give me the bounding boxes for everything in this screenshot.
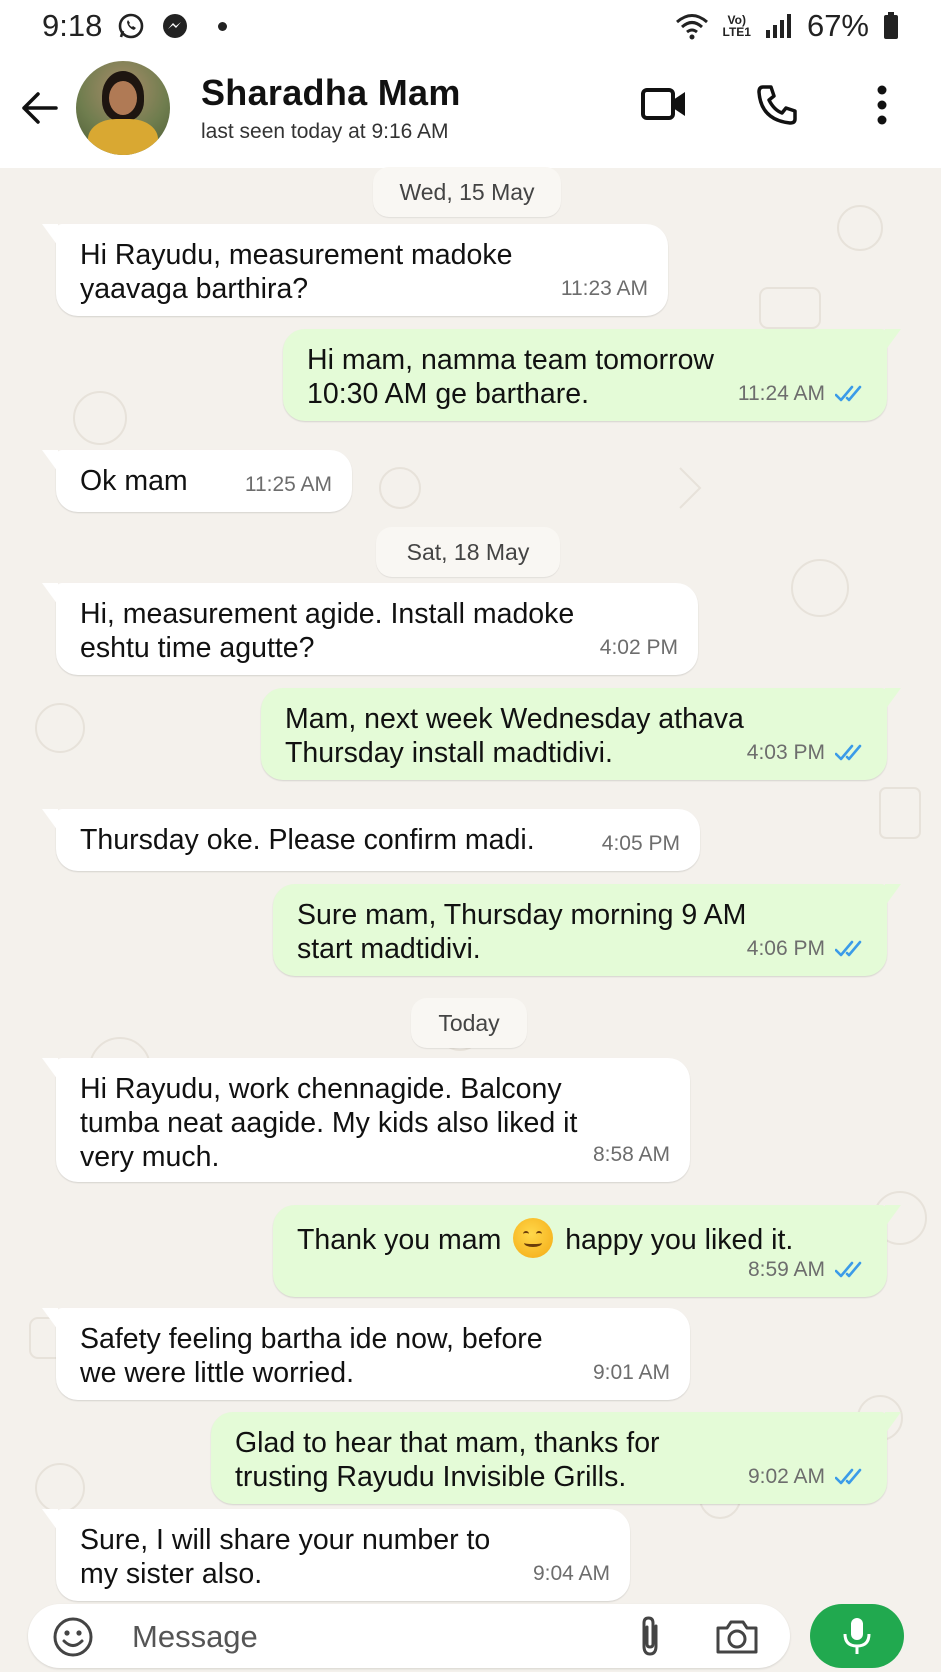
double-tick-icon [835, 1468, 862, 1485]
outgoing-message[interactable]: Mam, next week Wednesday athava Thursday… [261, 688, 901, 780]
message-text: Hi, measurement agide. Install madoke es… [80, 598, 575, 664]
avatar[interactable] [76, 61, 170, 155]
wifi-icon [675, 12, 709, 40]
attach-icon[interactable] [632, 1614, 668, 1658]
messenger-icon [160, 11, 190, 41]
message-time: 8:59 AM [747, 1258, 825, 1281]
message-input[interactable]: Message [132, 1619, 258, 1655]
smiling-face-emoji-icon [513, 1218, 554, 1259]
last-seen-status: last seen today at 9:16 AM [201, 120, 449, 143]
chat-header: Sharadha Mam last seen today at 9:16 AM [0, 52, 941, 168]
message-time: 9:01 AM [592, 1361, 670, 1384]
lte-label: LTE1 [722, 25, 751, 39]
battery-icon [883, 12, 899, 40]
emoji-icon[interactable] [52, 1616, 94, 1658]
double-tick-icon [835, 744, 862, 761]
battery-percent: 67% [806, 8, 869, 43]
outgoing-message[interactable]: Hi mam, namma team tomorrow 10:30 AM ge … [283, 329, 901, 421]
message-text: Thursday oke. Please confirm madi. [80, 824, 535, 856]
video-call-button[interactable] [636, 82, 692, 126]
incoming-message[interactable]: Sure, I will share your number to my sis… [42, 1509, 630, 1601]
message-input-bar[interactable]: Message [28, 1604, 790, 1668]
message-time: 11:25 AM [244, 473, 332, 496]
message-time: 4:05 PM [601, 832, 680, 855]
incoming-message[interactable]: Thursday oke. Please confirm madi. 4:05 … [42, 809, 700, 871]
date-chip: Today [411, 998, 527, 1048]
volte-indicator: Vo) LTE1 [723, 14, 751, 38]
message-time: 4:02 PM [599, 636, 678, 659]
message-time: 11:23 AM [560, 277, 648, 300]
voice-call-button[interactable] [752, 80, 802, 130]
camera-icon[interactable] [714, 1616, 760, 1656]
date-chip: Wed, 15 May [373, 167, 561, 217]
message-time: 8:58 AM [592, 1143, 670, 1166]
double-tick-icon [835, 940, 862, 957]
voice-message-button[interactable] [810, 1604, 904, 1668]
outgoing-message[interactable]: Glad to hear that mam, thanks for trusti… [211, 1412, 901, 1504]
double-tick-icon [835, 385, 862, 402]
notification-dot [218, 21, 228, 31]
status-bar: 9:18 Vo) LTE1 67% [0, 0, 941, 52]
incoming-message[interactable]: Hi, measurement agide. Install madoke es… [42, 583, 698, 675]
message-text: Sure, I will share your number to my sis… [80, 1524, 491, 1590]
message-text-part: Thank you mam [297, 1224, 502, 1256]
more-options-icon [877, 85, 887, 125]
outgoing-message[interactable]: Thank you mam happy you liked it. 8:59 A… [273, 1205, 901, 1297]
message-text: Safety feeling bartha ide now, before we… [80, 1323, 543, 1389]
more-options-button[interactable] [862, 80, 902, 130]
mic-icon [843, 1618, 871, 1654]
message-time: 4:06 PM [746, 937, 825, 960]
contact-name[interactable]: Sharadha Mam [201, 72, 461, 114]
incoming-message[interactable]: Hi Rayudu, measurement madoke yaavaga ba… [42, 224, 668, 316]
chat-area[interactable]: Wed, 15 May Hi Rayudu, measurement madok… [0, 167, 941, 1601]
message-text: Hi Rayudu, work chennagide. Balcony tumb… [80, 1073, 578, 1173]
back-button[interactable] [18, 86, 62, 130]
voice-call-icon [757, 85, 797, 125]
message-time: 9:02 AM [747, 1465, 825, 1488]
message-time: 9:04 AM [532, 1562, 610, 1585]
back-arrow-icon [22, 92, 58, 124]
video-call-icon [641, 88, 685, 120]
incoming-message[interactable]: Ok mam 11:25 AM [42, 450, 352, 512]
incoming-message[interactable]: Hi Rayudu, work chennagide. Balcony tumb… [42, 1058, 690, 1182]
message-text-part: happy you liked it. [565, 1224, 794, 1256]
whatsapp-icon [116, 11, 146, 41]
signal-icon [765, 13, 793, 39]
incoming-message[interactable]: Safety feeling bartha ide now, before we… [42, 1308, 690, 1400]
message-time: 11:24 AM [737, 382, 825, 405]
double-tick-icon [835, 1261, 862, 1278]
date-chip: Sat, 18 May [376, 527, 560, 577]
status-time: 9:18 [42, 8, 103, 43]
message-time: 4:03 PM [746, 741, 825, 764]
outgoing-message[interactable]: Sure mam, Thursday morning 9 AM start ma… [273, 884, 901, 976]
